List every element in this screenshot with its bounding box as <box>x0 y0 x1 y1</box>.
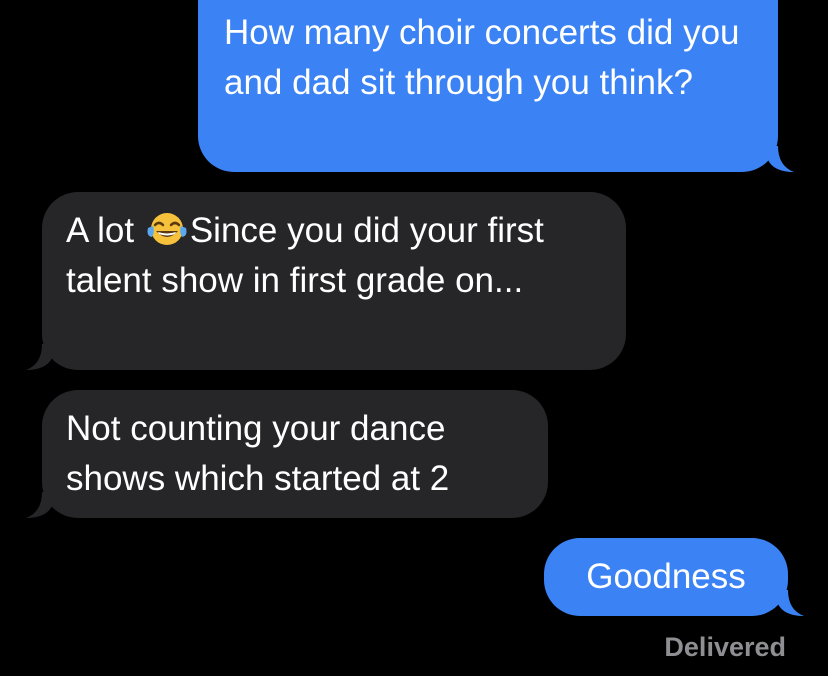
message-text: Not counting your dance shows which star… <box>66 409 456 498</box>
bubble-tail <box>26 492 52 518</box>
message-text: A lot Since you did your first talent sh… <box>66 210 554 300</box>
face-with-tears-of-joy-icon <box>146 210 188 246</box>
sent-message-bubble[interactable]: How many choir concerts did you and dad … <box>198 0 794 172</box>
bubble-tail <box>778 590 804 616</box>
message-text: Goodness <box>586 557 746 596</box>
bubble-tail <box>26 344 52 370</box>
received-message-bubble[interactable]: Not counting your dance shows which star… <box>26 390 548 518</box>
delivered-status: Delivered <box>664 632 786 662</box>
sent-message-bubble[interactable]: Goodness <box>544 538 804 616</box>
message-text: How many choir concerts did you and dad … <box>224 13 750 102</box>
received-message-bubble[interactable]: A lot Since you did your first talent sh… <box>26 192 626 370</box>
bubble-tail <box>768 146 794 172</box>
message-thread: How many choir concerts did you and dad … <box>0 0 828 676</box>
